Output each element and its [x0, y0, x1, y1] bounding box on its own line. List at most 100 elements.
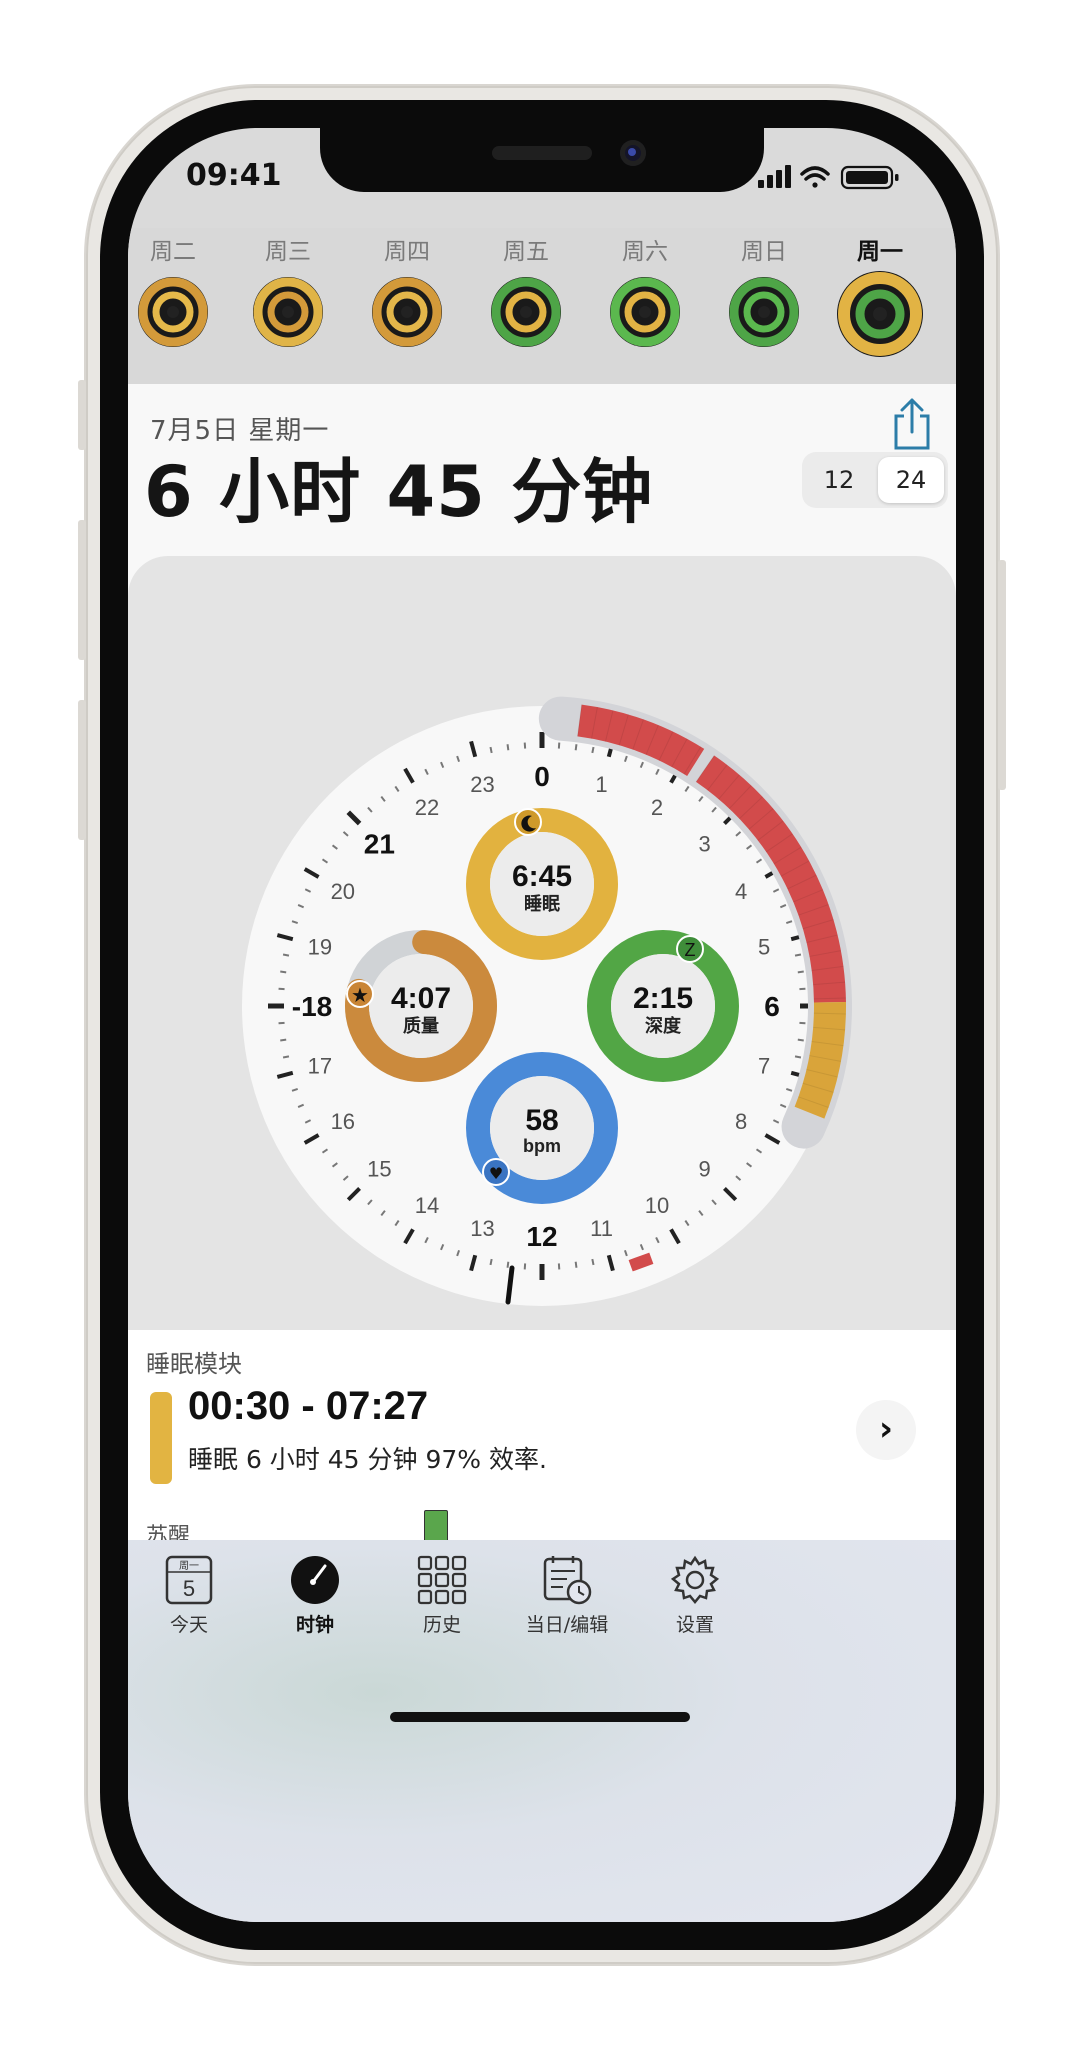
clock-icon [291, 1556, 339, 1604]
ring-heart-label: bpm [523, 1136, 561, 1156]
tab-today-weekday: 周一 [179, 1560, 199, 1572]
hour-label: 1 [595, 772, 607, 797]
day-label: 周二 [150, 239, 196, 265]
grid-icon [417, 1555, 467, 1605]
minor-tick [574, 744, 578, 751]
week-day-strip: 周二 周三 周四 周五 周六 周日 周一 [128, 228, 956, 384]
day-item[interactable]: 周六 [595, 228, 695, 348]
minor-tick [506, 744, 510, 751]
day-ring-icon [837, 271, 923, 357]
status-icons [758, 162, 908, 196]
front-camera [620, 140, 646, 166]
day-item[interactable]: 周五 [476, 228, 576, 348]
day-item[interactable]: 周三 [238, 228, 338, 348]
hour-label: 3 [699, 831, 711, 856]
chevron-right-icon[interactable]: › [856, 1400, 916, 1460]
hour-label: 9 [699, 1157, 711, 1182]
volume-up-button [78, 520, 86, 660]
day-item[interactable]: 周日 [714, 228, 814, 348]
calendar-day-icon: 周一 5 [165, 1555, 213, 1605]
ring-deep-label: 深度 [645, 1015, 682, 1037]
minor-tick [591, 746, 595, 754]
status-time: 09:41 [186, 158, 282, 193]
toggle-12-hour[interactable]: 12 [806, 457, 872, 503]
ring-sleep[interactable]: 6:45 睡眠 [466, 808, 618, 960]
share-icon[interactable] [890, 396, 934, 452]
svg-text:Z: Z [685, 940, 696, 960]
svg-text:♥: ♥ [489, 1164, 503, 1183]
day-ring-icon [138, 277, 208, 347]
hour-label: -18 [292, 991, 332, 1022]
hour-label: 11 [590, 1216, 613, 1241]
screen: 09:41 周二 周三 周四 周五 周六 周日 周一 7月5日 星期一 6 小时… [128, 128, 956, 1922]
ring-sleep-value: 6:45 [512, 860, 572, 893]
minor-tick [794, 953, 802, 957]
wifi-icon [800, 166, 830, 188]
minor-tick [797, 1038, 804, 1042]
signal-icon [758, 165, 791, 188]
minor-tick [574, 1261, 578, 1268]
tab-settings-label: 设置 [675, 1614, 714, 1636]
minor-tick [280, 1038, 287, 1042]
ring-quality[interactable]: ★ 4:07 质量 [345, 930, 497, 1082]
hour-label: 4 [735, 879, 747, 904]
battery-icon [840, 165, 899, 190]
sleep-block-header: 睡眠模块 [146, 1350, 242, 1378]
home-indicator[interactable] [390, 1712, 690, 1722]
hour-label: 21 [364, 828, 395, 859]
day-ring-icon [372, 277, 442, 347]
svg-text:★: ★ [351, 983, 369, 1007]
tab-today-day: 5 [183, 1576, 195, 1601]
day-label: 周日 [741, 239, 787, 265]
hour-label: 15 [367, 1157, 391, 1182]
hour-label: 13 [470, 1216, 494, 1241]
day-label: 周五 [503, 239, 549, 265]
hour-label: 10 [645, 1193, 669, 1218]
awake-row-peek: 苏醒 [128, 1510, 956, 1542]
volume-down-button [78, 700, 86, 840]
hour-label: 23 [470, 772, 494, 797]
minor-tick [282, 953, 290, 957]
ring-sleep-label: 睡眠 [524, 894, 560, 915]
calendar-clock-icon [543, 1556, 592, 1605]
sleep-clock-dial[interactable]: 0 1234567891011121314151617-181920212223 … [128, 556, 956, 1416]
hour-label: 22 [415, 795, 439, 820]
hour-label: 7 [758, 1054, 770, 1079]
tab-bar: 周一 5 今天 时钟 历史 当日/编辑 设置 [128, 1540, 956, 1922]
sleep-block-time-range: 00:30 - 07:27 [188, 1384, 429, 1428]
awake-bar [424, 1510, 448, 1542]
minor-tick [506, 1261, 510, 1268]
hour-label: 8 [735, 1109, 747, 1134]
hour-label: 17 [308, 1054, 332, 1079]
minor-tick [489, 746, 493, 754]
day-label: 周四 [384, 239, 430, 265]
hour-format-toggle: 12 24 [802, 452, 948, 508]
hour-label: 2 [651, 795, 663, 820]
hour-label: 12 [526, 1221, 557, 1252]
side-button [78, 380, 86, 450]
sleep-block-color-bar [150, 1392, 172, 1484]
day-item-selected[interactable]: 周一 [830, 228, 930, 358]
hour-label: 6 [764, 991, 780, 1022]
awake-label: 苏醒 [146, 1524, 191, 1540]
hour-label: 14 [415, 1193, 439, 1218]
hour-label: 19 [308, 934, 332, 959]
day-item[interactable]: 周四 [357, 228, 457, 348]
day-label: 周一 [857, 239, 903, 265]
ring-quality-value: 4:07 [391, 982, 451, 1015]
hour-label: 5 [758, 934, 770, 959]
gear-icon [670, 1555, 720, 1604]
hour-label: 16 [331, 1109, 355, 1134]
day-item[interactable]: 周二 [128, 228, 223, 348]
minor-tick [591, 1258, 595, 1266]
day-label: 周三 [265, 239, 311, 265]
ring-deep[interactable]: Z 2:15 深度 [587, 930, 739, 1082]
ring-deep-value: 2:15 [633, 982, 693, 1015]
ring-quality-label: 质量 [403, 1015, 439, 1037]
sleep-block-card[interactable]: 睡眠模块 00:30 - 07:27 睡眠 6 小时 45 分钟 97% 效率.… [128, 1330, 956, 1510]
ring-heart-rate[interactable]: ♥ 58 bpm [466, 1052, 618, 1204]
toggle-24-hour[interactable]: 24 [878, 457, 944, 503]
day-label: 周六 [622, 239, 668, 265]
day-ring-icon [491, 277, 561, 347]
tab-settings[interactable]: 设置 [620, 1554, 770, 1637]
